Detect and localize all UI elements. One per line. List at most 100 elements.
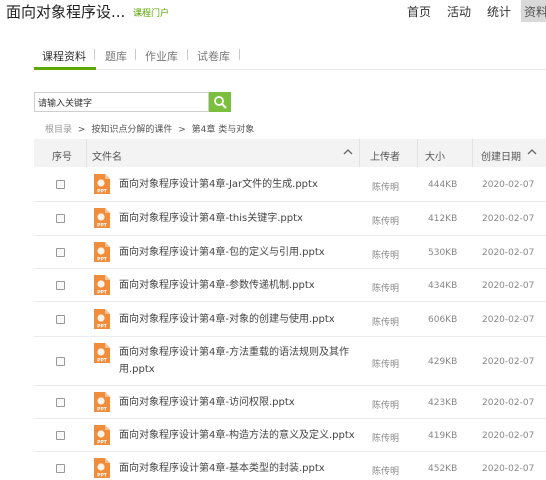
created-date: 2020-02-07 [482, 315, 535, 325]
file-table-header: 序号 文件名 上传者 大小 创建日期 [34, 139, 546, 167]
column-divider [472, 139, 473, 167]
row-checkbox[interactable] [56, 281, 65, 290]
nav-home[interactable]: 首页 [407, 3, 431, 20]
created-date: 2020-02-07 [482, 431, 535, 441]
column-divider [417, 139, 418, 167]
svg-text:PPT: PPT [97, 189, 108, 195]
file-size: 444KB [428, 180, 458, 190]
uploader-name: 陈传明 [372, 284, 400, 294]
search-icon [214, 96, 227, 109]
tab-exam-bank[interactable]: 试卷库 [197, 48, 230, 64]
file-name-link[interactable]: 面向对象程序设计第4章-访问权限.pptx [119, 396, 374, 410]
ppt-file-icon: PPT [94, 458, 110, 479]
table-row[interactable]: PPT 面向对象程序设计第4章-对象的创建与使用.pptx 陈传明 606KB 2020… [34, 302, 546, 337]
ppt-file-icon: PPT [94, 242, 110, 263]
breadcrumb-current: 第4章 类与对象 [191, 125, 255, 135]
svg-text:PPT: PPT [97, 324, 108, 330]
breadcrumb-root[interactable]: 根目录 [45, 125, 72, 135]
column-size[interactable]: 大小 [425, 148, 445, 163]
ppt-file-icon: PPT [94, 309, 110, 330]
file-size: 412KB [428, 214, 458, 224]
svg-text:PPT: PPT [97, 358, 108, 364]
top-bar: 面向对象程序设... 课程门户 首页 活动 统计 资料 [0, 0, 546, 27]
nav-activity[interactable]: 活动 [447, 3, 471, 20]
column-divider [359, 139, 360, 167]
file-name-link[interactable]: 面向对象程序设计第4章-this关键字.pptx [119, 212, 374, 226]
row-checkbox[interactable] [56, 398, 65, 407]
active-tab-indicator [34, 67, 96, 70]
ppt-file-icon: PPT [94, 174, 110, 195]
uploader-name: 陈传明 [372, 183, 400, 193]
created-date: 2020-02-07 [482, 180, 535, 190]
column-index: 序号 [52, 152, 72, 163]
row-checkbox[interactable] [56, 248, 65, 257]
row-checkbox[interactable] [56, 315, 65, 324]
file-name-link[interactable]: 面向对象程序设计第4章-参数传递机制.pptx [119, 279, 374, 293]
search-button[interactable] [209, 92, 231, 112]
file-name-link[interactable]: 面向对象程序设计第4章-Jar文件的生成.pptx [119, 178, 374, 192]
row-checkbox[interactable] [56, 214, 65, 223]
file-size: 429KB [428, 357, 458, 367]
tab-divider [94, 49, 95, 60]
tab-homework-bank[interactable]: 作业库 [145, 48, 178, 64]
file-size: 530KB [428, 248, 458, 258]
nav-materials[interactable]: 资料 [521, 0, 546, 22]
uploader-name: 陈传明 [372, 467, 400, 477]
uploader-name: 陈传明 [372, 251, 400, 261]
file-size: 606KB [428, 315, 458, 325]
tab-question-bank[interactable]: 题库 [105, 48, 127, 64]
file-name-link[interactable]: 面向对象程序设计第4章-对象的创建与使用.pptx [119, 313, 374, 327]
table-row[interactable]: PPT 面向对象程序设计第4章-访问权限.pptx 陈传明 423KB 2020-02-… [34, 386, 546, 419]
row-checkbox[interactable] [56, 357, 65, 366]
uploader-name: 陈传明 [372, 401, 400, 411]
uploader-name: 陈传明 [372, 318, 400, 328]
resource-tabs: 课程资料 题库 作业库 试卷库 [34, 38, 546, 70]
created-date: 2020-02-07 [482, 398, 535, 408]
column-uploader[interactable]: 上传者 [370, 148, 400, 163]
file-name-link[interactable]: 面向对象程序设计第4章-方法重载的语法规则及其作用.pptx [119, 344, 374, 378]
table-row[interactable]: PPT 面向对象程序设计第4章-参数传递机制.pptx 陈传明 434KB 2020-0… [34, 269, 546, 302]
table-row[interactable]: PPT 面向对象程序设计第4章-构造方法的意义及定义.pptx 陈传明 419KB 20… [34, 419, 546, 452]
created-date: 2020-02-07 [482, 281, 535, 291]
file-size: 423KB [428, 398, 458, 408]
ppt-file-icon: PPT [94, 425, 110, 446]
file-name-link[interactable]: 面向对象程序设计第4章-包的定义与引用.pptx [119, 246, 374, 260]
created-date: 2020-02-07 [482, 248, 535, 258]
sort-up-icon[interactable] [342, 146, 354, 158]
file-name-link[interactable]: 面向对象程序设计第4章-构造方法的意义及定义.pptx [119, 429, 374, 443]
breadcrumb-separator: > [178, 125, 186, 135]
row-checkbox[interactable] [56, 180, 65, 189]
row-checkbox[interactable] [56, 431, 65, 440]
table-row[interactable]: PPT 面向对象程序设计第4章-this关键字.pptx 陈传明 412KB 2020-… [34, 202, 546, 236]
svg-text:PPT: PPT [97, 440, 108, 446]
ppt-file-icon: PPT [94, 343, 110, 364]
course-portal-link[interactable]: 课程门户 [133, 6, 169, 19]
ppt-file-icon: PPT [94, 275, 110, 296]
tab-divider [187, 49, 188, 60]
column-created-date[interactable]: 创建日期 [481, 148, 521, 163]
table-row[interactable]: PPT 面向对象程序设计第4章-Jar文件的生成.pptx 陈传明 444KB 2020… [34, 167, 546, 202]
tab-course-materials[interactable]: 课程资料 [42, 48, 86, 64]
breadcrumb-separator: > [77, 125, 86, 135]
nav-statistics[interactable]: 统计 [487, 3, 511, 20]
created-date: 2020-02-07 [482, 357, 535, 367]
sort-up-icon[interactable] [526, 146, 538, 158]
file-size: 419KB [428, 431, 458, 441]
svg-text:PPT: PPT [97, 290, 108, 296]
svg-text:PPT: PPT [97, 257, 108, 263]
course-title[interactable]: 面向对象程序设... [6, 1, 125, 22]
keyword-search-input[interactable] [34, 92, 209, 112]
column-filename[interactable]: 文件名 [92, 148, 122, 163]
row-checkbox[interactable] [56, 464, 65, 473]
breadcrumb-folder[interactable]: 按知识点分解的课件 [91, 125, 172, 135]
table-row[interactable]: PPT 面向对象程序设计第4章-基本类型的封装.pptx 陈传明 452KB 2020-… [34, 452, 546, 480]
created-date: 2020-02-07 [482, 464, 535, 474]
breadcrumb: 根目录 > 按知识点分解的课件 > 第4章 类与对象 [45, 122, 257, 135]
table-row[interactable]: PPT 面向对象程序设计第4章-包的定义与引用.pptx 陈传明 530KB 2020-… [34, 236, 546, 269]
file-size: 434KB [428, 281, 458, 291]
uploader-name: 陈传明 [372, 360, 400, 370]
uploader-name: 陈传明 [372, 434, 400, 444]
table-row[interactable]: PPT 面向对象程序设计第4章-方法重载的语法规则及其作用.pptx 陈传明 429K… [34, 337, 546, 386]
ppt-file-icon: PPT [94, 392, 110, 413]
file-name-link[interactable]: 面向对象程序设计第4章-基本类型的封装.pptx [119, 462, 374, 476]
